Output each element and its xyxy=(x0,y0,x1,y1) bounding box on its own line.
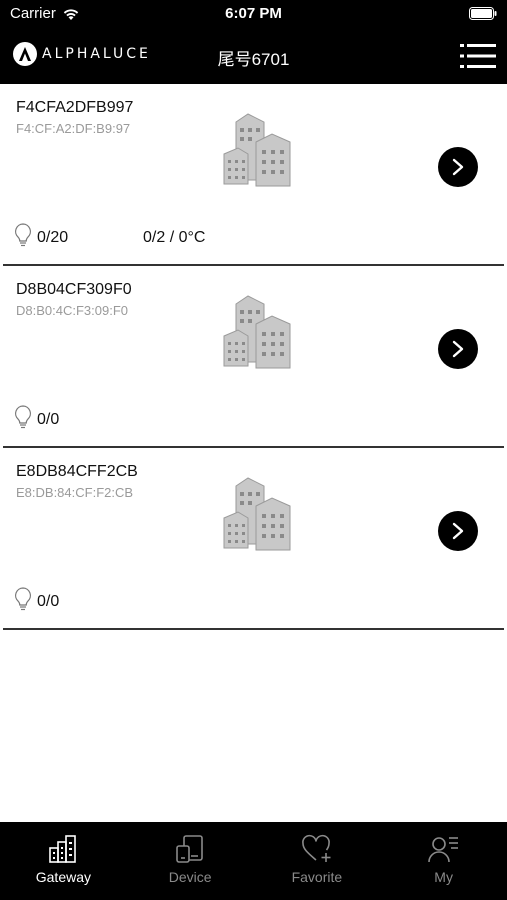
bulb-icon xyxy=(13,586,33,617)
tab-device-label: Device xyxy=(168,869,212,885)
device-count: 0/20 xyxy=(37,229,69,246)
gateway-mac: E8:DB:84:CF:F2:CB xyxy=(16,485,134,500)
temperature-reading: 0/2 / 0°C xyxy=(143,229,206,246)
open-gateway-button[interactable] xyxy=(438,329,478,369)
gateway-name: E8DB84CFF2CB xyxy=(16,463,138,480)
building-icon xyxy=(218,292,298,377)
chevron-right-icon xyxy=(452,340,464,358)
chevron-right-icon xyxy=(452,158,464,176)
building-icon xyxy=(218,110,298,195)
gateway-mac: D8:B0:4C:F3:09:F0 xyxy=(16,303,128,318)
gateway-card[interactable]: D8B04CF309F0 D8:B0:4C:F3:09:F0 0/0 xyxy=(3,266,504,448)
gateway-mac: F4:CF:A2:DF:B9:97 xyxy=(16,121,131,136)
gateway-card[interactable]: E8DB84CFF2CB E8:DB:84:CF:F2:CB 0/0 xyxy=(3,448,504,630)
gateway-card[interactable]: F4CFA2DFB997 F4:CF:A2:DF:B9:97 0/20 0/2 … xyxy=(3,84,504,266)
menu-button[interactable] xyxy=(459,42,497,75)
gateway-name: D8B04CF309F0 xyxy=(16,281,132,298)
building-icon xyxy=(218,474,298,559)
favorite-icon xyxy=(302,834,331,862)
open-gateway-button[interactable] xyxy=(438,511,478,551)
page-title: 尾号6701 xyxy=(217,50,290,69)
tab-my[interactable]: My xyxy=(380,822,507,900)
gateway-icon xyxy=(49,835,77,863)
device-icon xyxy=(176,835,203,863)
clock: 6:07 PM xyxy=(225,5,282,22)
bulb-icon xyxy=(13,222,33,253)
gateway-list: F4CFA2DFB997 F4:CF:A2:DF:B9:97 0/20 0/2 … xyxy=(0,84,507,630)
tab-favorite[interactable]: Favorite xyxy=(254,822,381,900)
tab-gateway[interactable]: Gateway xyxy=(0,822,127,900)
tab-bar: Gateway Device Favorite My xyxy=(0,822,507,900)
battery-icon xyxy=(469,7,497,24)
chevron-right-icon xyxy=(452,522,464,540)
device-count: 0/0 xyxy=(37,411,60,428)
tab-my-label: My xyxy=(434,869,453,885)
nav-bar: ALPHALUCE 尾号6701 xyxy=(0,28,507,84)
gateway-name: F4CFA2DFB997 xyxy=(16,99,134,116)
tab-gateway-label: Gateway xyxy=(35,869,91,885)
status-bar: Carrier 6:07 PM xyxy=(0,0,507,28)
profile-icon xyxy=(427,837,458,863)
tab-device[interactable]: Device xyxy=(127,822,254,900)
open-gateway-button[interactable] xyxy=(438,147,478,187)
device-count: 0/0 xyxy=(37,593,60,610)
tab-favorite-label: Favorite xyxy=(291,869,343,885)
bulb-icon xyxy=(13,404,33,435)
menu-icon xyxy=(460,44,496,68)
